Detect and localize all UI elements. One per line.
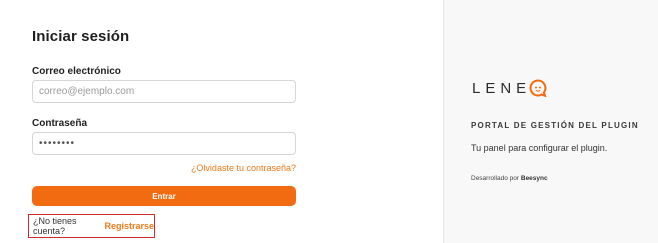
login-button[interactable]: Entrar [32,186,296,206]
developed-by-label: Desarrollado por [471,175,520,182]
password-label: Contraseña [32,118,88,129]
forgot-password-link[interactable]: ¿Olvidaste tu contraseña? [191,163,296,173]
developer-credit: Desarrollado por Beesync [471,175,548,182]
password-field[interactable] [32,132,296,155]
signup-prompt: ¿No tienes cuenta? Registrarse [28,214,155,238]
tagline: Tu panel para configurar el plugin. [471,143,608,153]
developer-name: Beesync [520,175,548,182]
signup-prompt-text: ¿No tienes cuenta? [33,216,77,236]
logo-text: LENE [472,79,532,97]
chat-bubble-icon [529,79,547,98]
signup-link[interactable]: Registrarse [104,221,154,231]
logo: LENE [472,78,547,98]
login-panel: Iniciar sesión Correo electrónico Contra… [0,0,443,243]
email-label: Correo electrónico [32,66,121,77]
page-title: Iniciar sesión [32,28,130,45]
email-field[interactable] [32,80,296,103]
portal-title: PORTAL DE GESTIÓN DEL PLUGIN [471,121,639,130]
